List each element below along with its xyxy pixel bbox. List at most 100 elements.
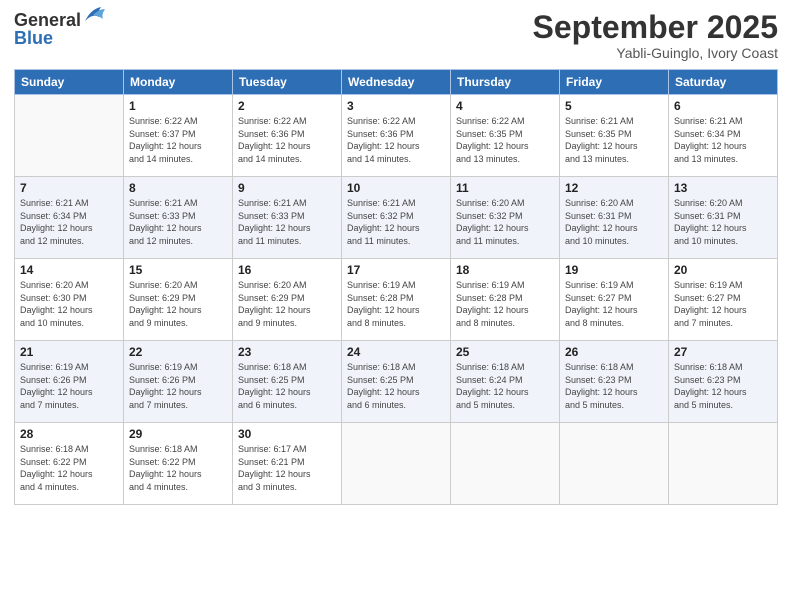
day-info: Sunrise: 6:21 AM Sunset: 6:33 PM Dayligh… bbox=[238, 197, 336, 247]
table-row: 20 Sunrise: 6:19 AM Sunset: 6:27 PM Dayli… bbox=[669, 259, 778, 341]
table-row: 7 Sunrise: 6:21 AM Sunset: 6:34 PM Daylig… bbox=[15, 177, 124, 259]
calendar-header-row: Sunday Monday Tuesday Wednesday Thursday… bbox=[15, 70, 778, 95]
day-info: Sunrise: 6:18 AM Sunset: 6:23 PM Dayligh… bbox=[674, 361, 772, 411]
day-info: Sunrise: 6:18 AM Sunset: 6:23 PM Dayligh… bbox=[565, 361, 663, 411]
table-row bbox=[669, 423, 778, 505]
table-row: 19 Sunrise: 6:19 AM Sunset: 6:27 PM Dayli… bbox=[560, 259, 669, 341]
table-row: 4 Sunrise: 6:22 AM Sunset: 6:35 PM Daylig… bbox=[451, 95, 560, 177]
day-number: 13 bbox=[674, 181, 772, 195]
day-info: Sunrise: 6:21 AM Sunset: 6:35 PM Dayligh… bbox=[565, 115, 663, 165]
header-thursday: Thursday bbox=[451, 70, 560, 95]
day-info: Sunrise: 6:20 AM Sunset: 6:31 PM Dayligh… bbox=[674, 197, 772, 247]
day-info: Sunrise: 6:19 AM Sunset: 6:27 PM Dayligh… bbox=[565, 279, 663, 329]
day-info: Sunrise: 6:21 AM Sunset: 6:34 PM Dayligh… bbox=[674, 115, 772, 165]
day-number: 20 bbox=[674, 263, 772, 277]
logo-blue-line: Blue bbox=[14, 29, 53, 47]
header-sunday: Sunday bbox=[15, 70, 124, 95]
day-number: 4 bbox=[456, 99, 554, 113]
header-tuesday: Tuesday bbox=[233, 70, 342, 95]
day-info: Sunrise: 6:19 AM Sunset: 6:28 PM Dayligh… bbox=[456, 279, 554, 329]
day-number: 1 bbox=[129, 99, 227, 113]
day-info: Sunrise: 6:19 AM Sunset: 6:26 PM Dayligh… bbox=[20, 361, 118, 411]
table-row bbox=[15, 95, 124, 177]
day-info: Sunrise: 6:21 AM Sunset: 6:32 PM Dayligh… bbox=[347, 197, 445, 247]
header-saturday: Saturday bbox=[669, 70, 778, 95]
table-row: 15 Sunrise: 6:20 AM Sunset: 6:29 PM Dayli… bbox=[124, 259, 233, 341]
table-row: 9 Sunrise: 6:21 AM Sunset: 6:33 PM Daylig… bbox=[233, 177, 342, 259]
table-row: 14 Sunrise: 6:20 AM Sunset: 6:30 PM Dayli… bbox=[15, 259, 124, 341]
day-number: 7 bbox=[20, 181, 118, 195]
table-row bbox=[560, 423, 669, 505]
day-number: 19 bbox=[565, 263, 663, 277]
day-info: Sunrise: 6:21 AM Sunset: 6:34 PM Dayligh… bbox=[20, 197, 118, 247]
logo: General Blue bbox=[14, 10, 105, 47]
table-row: 1 Sunrise: 6:22 AM Sunset: 6:37 PM Daylig… bbox=[124, 95, 233, 177]
header-wednesday: Wednesday bbox=[342, 70, 451, 95]
day-info: Sunrise: 6:18 AM Sunset: 6:25 PM Dayligh… bbox=[347, 361, 445, 411]
day-number: 17 bbox=[347, 263, 445, 277]
table-row: 16 Sunrise: 6:20 AM Sunset: 6:29 PM Dayli… bbox=[233, 259, 342, 341]
day-number: 18 bbox=[456, 263, 554, 277]
day-number: 27 bbox=[674, 345, 772, 359]
day-number: 16 bbox=[238, 263, 336, 277]
day-number: 15 bbox=[129, 263, 227, 277]
table-row: 21 Sunrise: 6:19 AM Sunset: 6:26 PM Dayli… bbox=[15, 341, 124, 423]
table-row: 28 Sunrise: 6:18 AM Sunset: 6:22 PM Dayli… bbox=[15, 423, 124, 505]
table-row: 24 Sunrise: 6:18 AM Sunset: 6:25 PM Dayli… bbox=[342, 341, 451, 423]
day-info: Sunrise: 6:20 AM Sunset: 6:30 PM Dayligh… bbox=[20, 279, 118, 329]
table-row: 17 Sunrise: 6:19 AM Sunset: 6:28 PM Dayli… bbox=[342, 259, 451, 341]
header-friday: Friday bbox=[560, 70, 669, 95]
table-row: 10 Sunrise: 6:21 AM Sunset: 6:32 PM Dayli… bbox=[342, 177, 451, 259]
table-row: 30 Sunrise: 6:17 AM Sunset: 6:21 PM Dayli… bbox=[233, 423, 342, 505]
table-row: 12 Sunrise: 6:20 AM Sunset: 6:31 PM Dayli… bbox=[560, 177, 669, 259]
day-number: 2 bbox=[238, 99, 336, 113]
day-number: 12 bbox=[565, 181, 663, 195]
day-info: Sunrise: 6:22 AM Sunset: 6:37 PM Dayligh… bbox=[129, 115, 227, 165]
day-number: 14 bbox=[20, 263, 118, 277]
day-info: Sunrise: 6:19 AM Sunset: 6:27 PM Dayligh… bbox=[674, 279, 772, 329]
header-monday: Monday bbox=[124, 70, 233, 95]
table-row: 2 Sunrise: 6:22 AM Sunset: 6:36 PM Daylig… bbox=[233, 95, 342, 177]
page: General Blue September 2025 Yabli-Guingl… bbox=[0, 0, 792, 612]
day-info: Sunrise: 6:22 AM Sunset: 6:35 PM Dayligh… bbox=[456, 115, 554, 165]
day-number: 24 bbox=[347, 345, 445, 359]
day-number: 30 bbox=[238, 427, 336, 441]
day-number: 26 bbox=[565, 345, 663, 359]
day-number: 5 bbox=[565, 99, 663, 113]
title-block: September 2025 Yabli-Guinglo, Ivory Coas… bbox=[533, 10, 778, 61]
location-subtitle: Yabli-Guinglo, Ivory Coast bbox=[533, 45, 778, 61]
day-number: 25 bbox=[456, 345, 554, 359]
table-row: 5 Sunrise: 6:21 AM Sunset: 6:35 PM Daylig… bbox=[560, 95, 669, 177]
table-row: 22Sunrise: 6:19 AM Sunset: 6:26 PM Dayli… bbox=[124, 341, 233, 423]
day-info: Sunrise: 6:19 AM Sunset: 6:28 PM Dayligh… bbox=[347, 279, 445, 329]
day-info: Sunrise: 6:17 AM Sunset: 6:21 PM Dayligh… bbox=[238, 443, 336, 493]
table-row: 29 Sunrise: 6:18 AM Sunset: 6:22 PM Dayli… bbox=[124, 423, 233, 505]
day-info: Sunrise: 6:20 AM Sunset: 6:31 PM Dayligh… bbox=[565, 197, 663, 247]
table-row: 26 Sunrise: 6:18 AM Sunset: 6:23 PM Dayli… bbox=[560, 341, 669, 423]
header: General Blue September 2025 Yabli-Guingl… bbox=[14, 10, 778, 61]
logo-container: General Blue bbox=[14, 10, 105, 47]
day-number: 28 bbox=[20, 427, 118, 441]
table-row: 13 Sunrise: 6:20 AM Sunset: 6:31 PM Dayli… bbox=[669, 177, 778, 259]
day-info: Sunrise: 6:20 AM Sunset: 6:29 PM Dayligh… bbox=[129, 279, 227, 329]
day-number: 3 bbox=[347, 99, 445, 113]
day-number: 11 bbox=[456, 181, 554, 195]
day-info: Sunrise: 6:21 AM Sunset: 6:33 PM Dayligh… bbox=[129, 197, 227, 247]
day-info: Sunrise: 6:18 AM Sunset: 6:22 PM Dayligh… bbox=[129, 443, 227, 493]
day-info: Sunrise: 6:18 AM Sunset: 6:22 PM Dayligh… bbox=[20, 443, 118, 493]
table-row bbox=[451, 423, 560, 505]
day-info: Sunrise: 6:20 AM Sunset: 6:29 PM Dayligh… bbox=[238, 279, 336, 329]
day-info: Sunrise: 6:22 AM Sunset: 6:36 PM Dayligh… bbox=[238, 115, 336, 165]
day-number: 23 bbox=[238, 345, 336, 359]
calendar-table: Sunday Monday Tuesday Wednesday Thursday… bbox=[14, 69, 778, 505]
day-number: 9 bbox=[238, 181, 336, 195]
day-number: 10 bbox=[347, 181, 445, 195]
day-number: 22 bbox=[129, 345, 227, 359]
table-row: 18 Sunrise: 6:19 AM Sunset: 6:28 PM Dayli… bbox=[451, 259, 560, 341]
day-info: Sunrise: 6:18 AM Sunset: 6:24 PM Dayligh… bbox=[456, 361, 554, 411]
day-number: 21 bbox=[20, 345, 118, 359]
table-row: 8Sunrise: 6:21 AM Sunset: 6:33 PM Daylig… bbox=[124, 177, 233, 259]
table-row: 27 Sunrise: 6:18 AM Sunset: 6:23 PM Dayli… bbox=[669, 341, 778, 423]
table-row bbox=[342, 423, 451, 505]
day-number: 29 bbox=[129, 427, 227, 441]
